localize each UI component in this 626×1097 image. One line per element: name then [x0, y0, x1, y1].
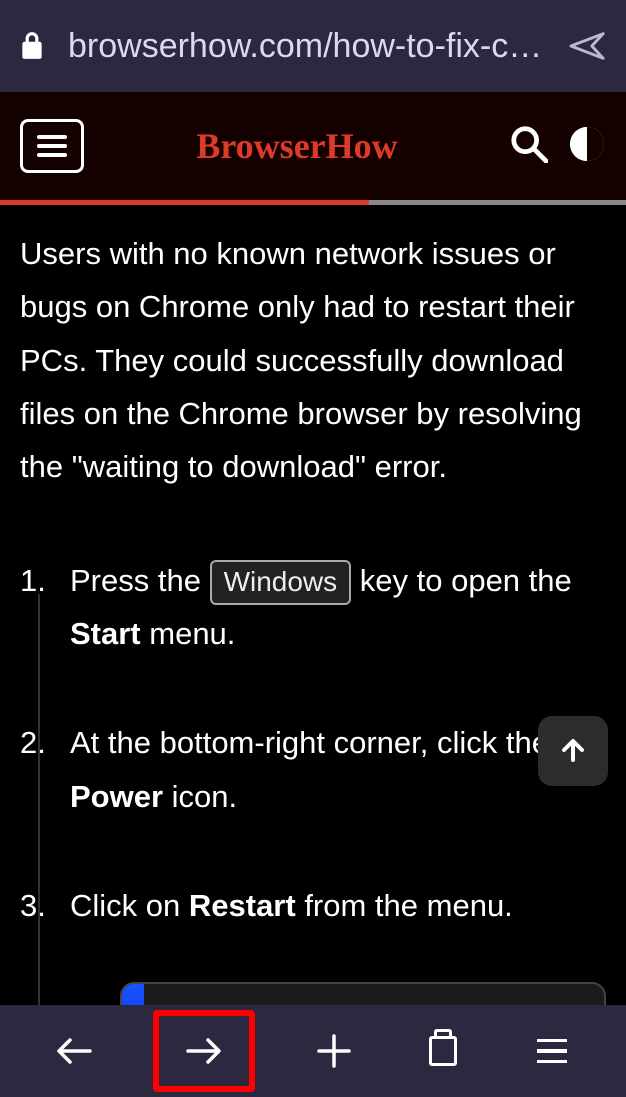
step-item: Press the Windows key to open the Start … [20, 554, 606, 661]
article-content: Users with no known network issues or bu… [0, 205, 626, 1005]
site-logo[interactable]: BrowserHow [196, 125, 397, 167]
back-button[interactable] [44, 1021, 104, 1081]
keyboard-key: Windows [210, 560, 352, 604]
forward-button-highlighted[interactable] [153, 1010, 255, 1092]
url-text: browserhow.com/how-to-fix-c… [68, 27, 546, 66]
theme-toggle-icon[interactable] [568, 125, 606, 168]
scroll-to-top-button[interactable] [538, 716, 608, 786]
menu-button[interactable] [20, 119, 84, 173]
browser-address-bar[interactable]: browserhow.com/how-to-fix-c… [0, 0, 626, 92]
step-item: At the bottom-right corner, click the Po… [20, 716, 606, 823]
intro-paragraph: Users with no known network issues or bu… [20, 227, 606, 494]
steps-list: Press the Windows key to open the Start … [20, 554, 606, 1005]
instruction-screenshot: 3. Sign-in options [120, 982, 606, 1005]
reading-progress [0, 200, 626, 205]
lock-icon [18, 32, 46, 60]
send-icon[interactable] [568, 26, 608, 66]
new-tab-button[interactable] [304, 1021, 364, 1081]
site-header: BrowserHow [0, 92, 626, 200]
browser-bottom-toolbar [0, 1005, 626, 1097]
step-item: Click on Restart from the menu. 3. Sign-… [20, 879, 606, 1005]
browser-menu-button[interactable] [522, 1021, 582, 1081]
search-icon[interactable] [510, 125, 548, 168]
tabs-button[interactable] [413, 1021, 473, 1081]
